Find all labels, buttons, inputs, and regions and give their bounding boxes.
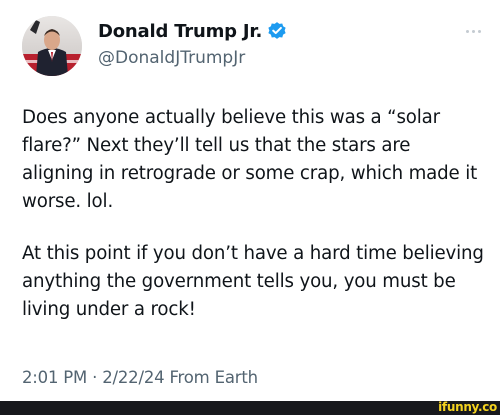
- tweet-timestamp[interactable]: 2:01 PM · 2/22/24 From Earth: [22, 368, 258, 387]
- profile-photo-icon: [22, 16, 82, 76]
- tweet-body: Does anyone actually believe this was a …: [22, 104, 484, 324]
- ellipsis-dot: [471, 29, 475, 33]
- ellipsis-icon[interactable]: [458, 22, 488, 40]
- tweet-paragraph: At this point if you don’t have a hard t…: [22, 243, 484, 320]
- display-name[interactable]: Donald Trump Jr.: [98, 21, 262, 42]
- verified-badge-icon: [267, 21, 287, 41]
- watermark-bar: ifunny.co: [0, 400, 500, 415]
- author-name-row[interactable]: Donald Trump Jr.: [98, 18, 287, 44]
- tweet-card: Donald Trump Jr. @DonaldJTrumpJr Does an…: [0, 0, 500, 400]
- watermark-logo: ifunny.co: [438, 400, 497, 414]
- tweet-paragraph: Does anyone actually believe this was a …: [22, 107, 478, 212]
- avatar[interactable]: [22, 16, 82, 76]
- author-handle[interactable]: @DonaldJTrumpJr: [98, 48, 245, 68]
- ellipsis-dot: [477, 29, 481, 33]
- ellipsis-dot: [465, 29, 469, 33]
